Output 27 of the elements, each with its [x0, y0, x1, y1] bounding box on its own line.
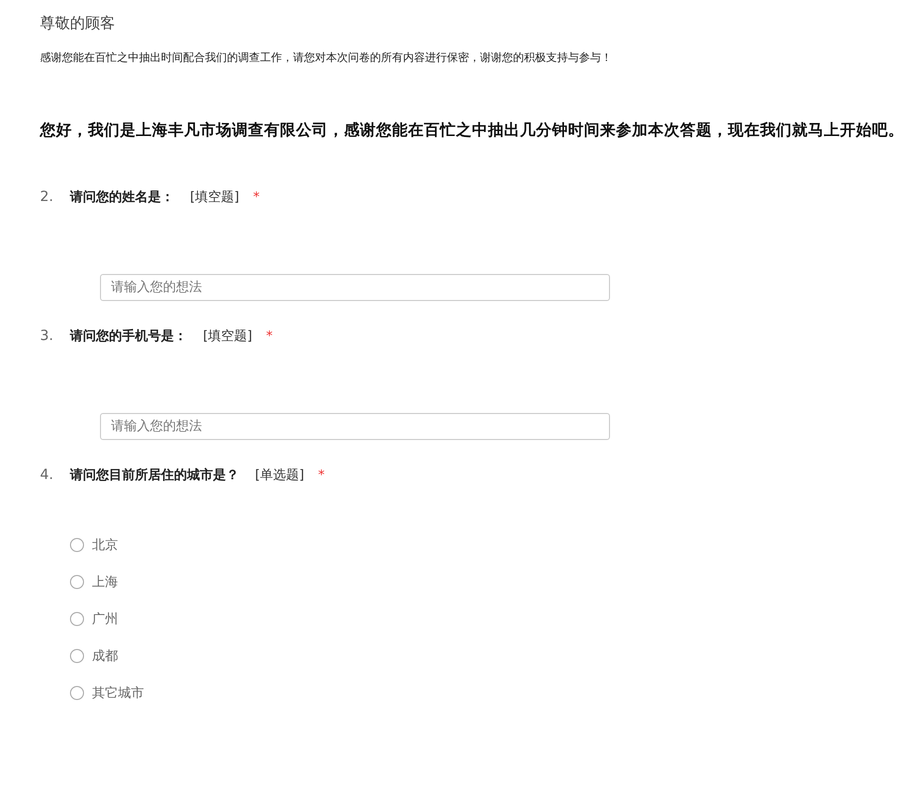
greeting-text: 尊敬的顾客 — [40, 14, 116, 33]
answer-input-field[interactable]: 请输入您的想法 — [100, 413, 610, 440]
option-label[interactable]: 广州 — [92, 610, 118, 628]
question-number: 4. — [40, 467, 54, 483]
question-type-label: [单选题] — [255, 467, 304, 484]
question-title: 请问您目前所居住的城市是？ — [70, 466, 239, 484]
question-type-label: [填空题] — [203, 328, 252, 345]
required-mark: * — [266, 329, 273, 344]
radio-button[interactable] — [70, 686, 84, 700]
question-number: 2. — [40, 189, 54, 205]
radio-button[interactable] — [70, 575, 84, 589]
option-label[interactable]: 其它城市 — [92, 684, 144, 702]
answer-input-field[interactable]: 请输入您的想法 — [100, 274, 610, 301]
survey-heading: 您好，我们是上海丰凡市场调查有限公司，感谢您能在百忙之中抽出几分钟时间来参加本次答题，现在我们就马上开始吧。 — [40, 120, 900, 141]
radio-button[interactable] — [70, 538, 84, 552]
option-label[interactable]: 上海 — [92, 573, 118, 591]
question-title: 请问您的姓名是： — [70, 189, 174, 206]
intro-text: 感谢您能在百忙之中抽出时间配合我们的调查工作，请您对本次问卷的所有内容进行保密，谢谢您的积极支持与参与！ — [40, 50, 613, 65]
radio-button[interactable] — [70, 612, 84, 626]
radio-button[interactable] — [70, 649, 84, 663]
required-mark: * — [318, 468, 325, 483]
question-title: 请问您的手机号是： — [70, 328, 187, 345]
question-type-label: [填空题] — [190, 189, 240, 206]
option-label[interactable]: 北京 — [92, 536, 118, 554]
required-mark: * — [253, 190, 260, 205]
question-number: 3. — [40, 328, 54, 344]
option-label[interactable]: 成都 — [92, 647, 118, 665]
